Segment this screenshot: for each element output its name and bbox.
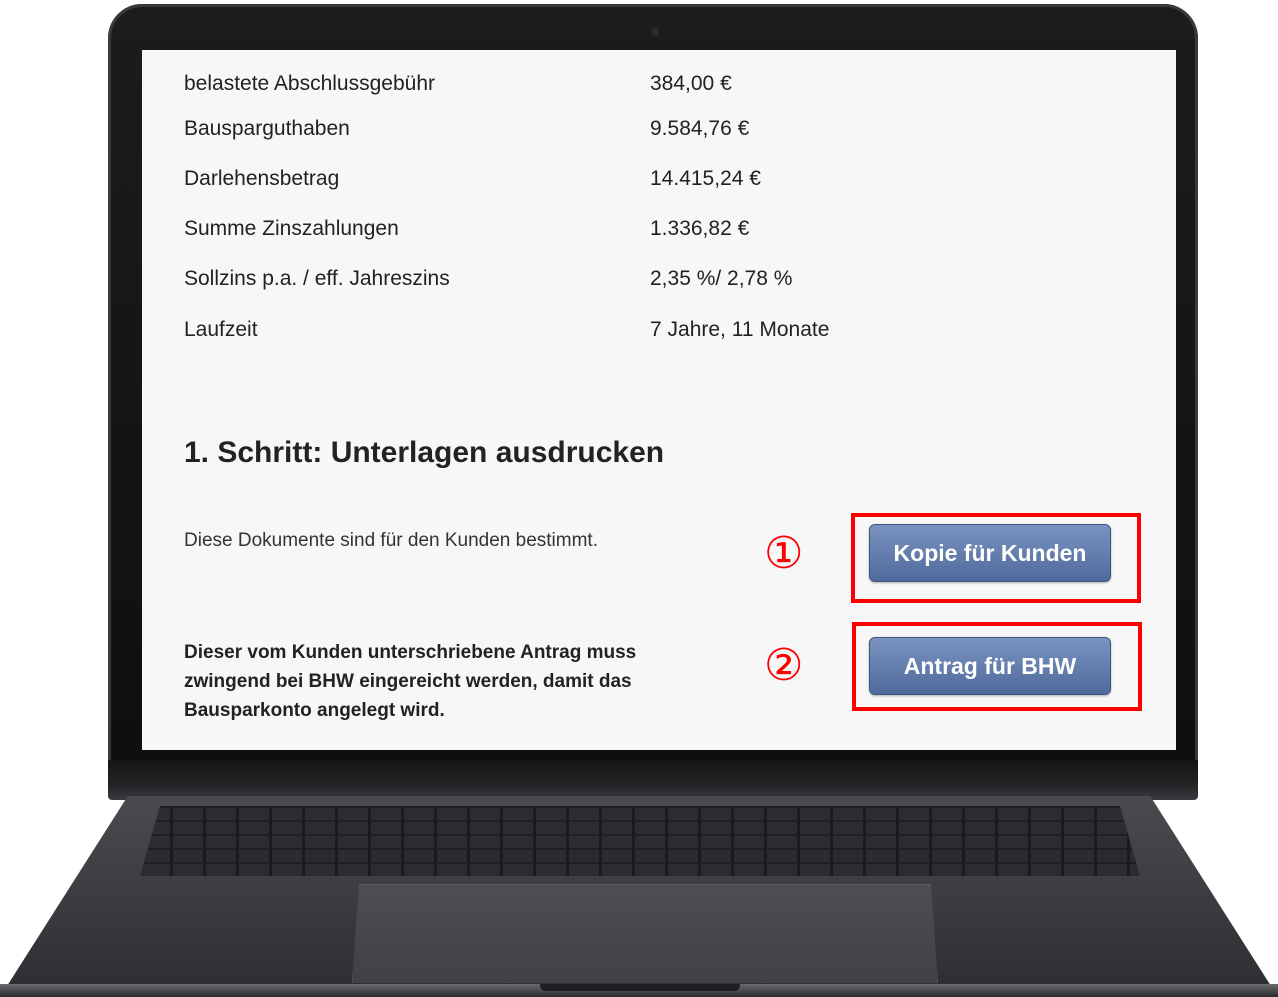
summary-value: 9.584,76 € xyxy=(650,117,750,140)
summary-value: 14.415,24 € xyxy=(650,167,761,190)
summary-label: Darlehensbetrag xyxy=(184,167,340,190)
laptop-notch xyxy=(540,984,740,991)
customer-copy-button[interactable]: Kopie für Kunden xyxy=(869,524,1111,582)
keyboard xyxy=(140,806,1140,876)
summary-value: 1.336,82 € xyxy=(650,217,750,240)
summary-row: Darlehensbetrag 14.415,24 € xyxy=(184,167,1084,197)
bhw-text-line: zwingend bei BHW eingereicht werden, dam… xyxy=(184,671,632,692)
summary-value: 2,35 %/ 2,78 % xyxy=(650,267,793,290)
summary-label: Bausparguthaben xyxy=(184,117,350,140)
bhw-doc-text: Dieser vom Kunden unterschriebene Antrag… xyxy=(184,638,744,725)
summary-row: Summe Zinszahlungen 1.336,82 € xyxy=(184,217,1084,247)
bhw-text-line: Bausparkonto angelegt wird. xyxy=(184,700,445,721)
bhw-text-line: Dieser vom Kunden unterschriebene Antrag… xyxy=(184,642,637,663)
customer-doc-text: Diese Dokumente sind für den Kunden best… xyxy=(184,530,598,551)
summary-label: Sollzins p.a. / eff. Jahreszins xyxy=(184,267,450,290)
summary-value: 384,00 € xyxy=(650,72,732,95)
bhw-application-button[interactable]: Antrag für BHW xyxy=(869,637,1111,695)
step-heading: 1. Schritt: Unterlagen ausdrucken xyxy=(184,436,665,469)
annotation-marker-1: ① xyxy=(764,528,804,579)
summary-row: belastete Abschlussgebühr 384,00 € xyxy=(184,72,1084,102)
summary-label: Laufzeit xyxy=(184,318,258,341)
summary-value: 7 Jahre, 11 Monate xyxy=(650,318,830,341)
summary-row: Sollzins p.a. / eff. Jahreszins 2,35 %/ … xyxy=(184,267,1084,297)
annotation-marker-2: ② xyxy=(764,640,804,691)
laptop-hinge xyxy=(108,760,1198,800)
summary-label: belastete Abschlussgebühr xyxy=(184,72,436,95)
summary-row: Bausparguthaben 9.584,76 € xyxy=(184,117,1084,147)
camera-icon xyxy=(651,28,659,36)
summary-label: Summe Zinszahlungen xyxy=(184,217,399,240)
trackpad xyxy=(352,884,938,983)
screen: belastete Abschlussgebühr 384,00 € Bausp… xyxy=(142,50,1176,750)
summary-row: Laufzeit 7 Jahre, 11 Monate xyxy=(184,318,1084,348)
